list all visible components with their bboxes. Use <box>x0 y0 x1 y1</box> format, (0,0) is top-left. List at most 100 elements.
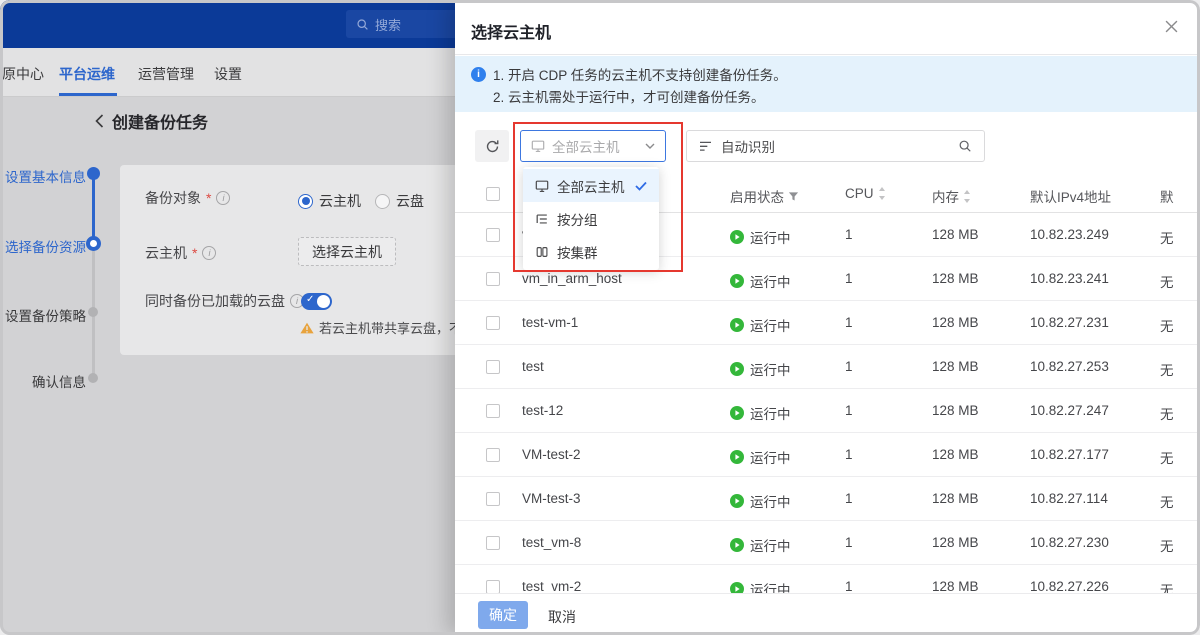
nav-tab-settings[interactable]: 设置 <box>214 64 242 84</box>
vm-ipv6: 无 <box>1160 227 1174 247</box>
vm-memory: 128 MB <box>932 359 979 374</box>
status-badge: 运行中 <box>730 447 791 467</box>
nav-tab-operation-mgmt[interactable]: 运营管理 <box>138 64 194 84</box>
status-text: 运行中 <box>750 315 791 335</box>
active-tab-underline <box>59 93 117 96</box>
toggle-knob <box>317 295 330 308</box>
search-icon <box>356 18 369 31</box>
row-checkbox[interactable] <box>486 316 500 330</box>
row-checkbox[interactable] <box>486 448 500 462</box>
table-row[interactable]: test-vm-1 运行中 1 128 MB 10.82.27.231 无 <box>455 301 1200 345</box>
select-vm-drawer: 选择云主机 i 1. 开启 CDP 任务的云主机不支持创建备份任务。 2. 云主… <box>455 0 1200 635</box>
radio-selected-icon <box>298 194 313 209</box>
menu-item-label: 按集群 <box>557 242 647 262</box>
menu-item-by-cluster[interactable]: 按集群 <box>523 235 659 268</box>
table-row[interactable]: test_vm-2 运行中 1 128 MB 10.82.27.226 无 <box>455 565 1200 593</box>
column-ipv6-label: 默 <box>1160 186 1174 206</box>
column-memory-label: 内存 <box>932 186 959 206</box>
backup-object-label: 备份对象 * i <box>145 188 230 208</box>
vm-search-input[interactable]: 自动识别 <box>686 130 985 162</box>
menu-item-label: 按分组 <box>557 209 647 229</box>
column-ipv6-truncated: 默 <box>1160 186 1174 206</box>
filter-funnel-icon[interactable] <box>788 191 799 202</box>
vm-memory: 128 MB <box>932 403 979 418</box>
alert-line-1: 1. 开启 CDP 任务的云主机不支持创建备份任务。 <box>493 64 787 84</box>
column-status[interactable]: 启用状态 <box>730 186 799 206</box>
step-select-resource[interactable]: 选择备份资源 <box>0 236 86 256</box>
row-checkbox[interactable] <box>486 536 500 550</box>
table-row[interactable]: test-12 运行中 1 128 MB 10.82.27.247 无 <box>455 389 1200 433</box>
status-text: 运行中 <box>750 579 791 593</box>
warning-icon <box>300 322 314 334</box>
vm-ipv6: 无 <box>1160 315 1174 335</box>
step-confirm-info[interactable]: 确认信息 <box>0 371 86 391</box>
column-cpu-label: CPU <box>845 186 874 201</box>
column-memory[interactable]: 内存 <box>932 186 971 206</box>
search-icon <box>958 139 972 153</box>
back-icon[interactable] <box>95 114 104 128</box>
running-status-icon <box>730 582 744 593</box>
status-text: 运行中 <box>750 535 791 555</box>
running-status-icon <box>730 494 744 508</box>
page-title-text: 创建备份任务 <box>112 109 208 133</box>
sort-icon[interactable] <box>878 187 886 200</box>
vm-name: test_vm-2 <box>522 579 581 593</box>
vm-memory: 128 MB <box>932 271 979 286</box>
radio-cloud-disk[interactable]: 云盘 <box>375 191 424 211</box>
select-vm-button[interactable]: 选择云主机 <box>298 237 396 266</box>
row-checkbox[interactable] <box>486 580 500 593</box>
column-status-label: 启用状态 <box>730 186 784 206</box>
vm-ipv4: 10.82.27.231 <box>1030 315 1109 330</box>
row-checkbox[interactable] <box>486 272 500 286</box>
drawer-title: 选择云主机 <box>471 19 551 43</box>
vm-filter-dropdown-menu: 全部云主机 按分组 按集群 <box>523 167 659 270</box>
vm-memory: 128 MB <box>932 227 979 242</box>
step-basic-info[interactable]: 设置基本信息 <box>0 166 86 186</box>
stepper-line-done <box>92 173 95 243</box>
vm-search-text: 自动识别 <box>721 136 949 156</box>
status-badge: 运行中 <box>730 579 791 593</box>
row-checkbox[interactable] <box>486 360 500 374</box>
vm-name: test-vm-1 <box>522 315 578 330</box>
vm-cpu: 1 <box>845 447 853 462</box>
info-circle-icon: i <box>471 67 486 82</box>
menu-item-by-group[interactable]: 按分组 <box>523 202 659 235</box>
sort-icon[interactable] <box>963 190 971 203</box>
global-search-input[interactable]: 搜索 <box>346 10 466 38</box>
select-all-checkbox[interactable] <box>486 187 500 201</box>
warning-text: 若云主机带共享云盘，不支 <box>319 318 475 337</box>
step-dot-todo-1 <box>88 307 98 317</box>
info-icon: i <box>216 191 230 205</box>
table-row[interactable]: VM-test-3 运行中 1 128 MB 10.82.27.114 无 <box>455 477 1200 521</box>
vm-ipv6: 无 <box>1160 579 1174 593</box>
status-text: 运行中 <box>750 447 791 467</box>
alert-line-2: 2. 云主机需处于运行中，才可创建备份任务。 <box>493 86 765 106</box>
cluster-icon <box>535 245 549 259</box>
radio-cloud-disk-label: 云盘 <box>396 191 424 211</box>
table-row[interactable]: test 运行中 1 128 MB 10.82.27.253 无 <box>455 345 1200 389</box>
step-backup-policy[interactable]: 设置备份策略 <box>0 305 86 325</box>
vm-cpu: 1 <box>845 227 853 242</box>
row-checkbox[interactable] <box>486 228 500 242</box>
vm-filter-select[interactable]: 全部云主机 <box>520 130 666 162</box>
confirm-button[interactable]: 确定 <box>478 601 528 629</box>
row-checkbox[interactable] <box>486 404 500 418</box>
backup-disk-toggle[interactable]: ✓ <box>301 293 332 310</box>
nav-tab-platform-ops[interactable]: 平台运维 <box>59 64 115 84</box>
row-checkbox[interactable] <box>486 492 500 506</box>
table-row[interactable]: test_vm-8 运行中 1 128 MB 10.82.27.230 无 <box>455 521 1200 565</box>
table-row[interactable]: VM-test-2 运行中 1 128 MB 10.82.27.177 无 <box>455 433 1200 477</box>
menu-item-all-vms[interactable]: 全部云主机 <box>523 169 659 202</box>
refresh-button[interactable] <box>475 130 509 162</box>
column-ipv4-label: 默认IPv4地址 <box>1030 186 1111 206</box>
nav-tab-resource-center[interactable]: 原中心 <box>2 64 44 84</box>
cancel-button[interactable]: 取消 <box>548 607 576 627</box>
vm-memory: 128 MB <box>932 491 979 506</box>
status-text: 运行中 <box>750 403 791 423</box>
column-cpu[interactable]: CPU <box>845 186 886 201</box>
radio-cloud-host[interactable]: 云主机 <box>298 191 361 211</box>
required-asterisk: * <box>206 190 211 206</box>
backup-disk-label: 同时备份已加载的云盘 i <box>145 291 304 311</box>
vm-name: test_vm-8 <box>522 535 581 550</box>
close-icon[interactable] <box>1165 20 1178 33</box>
